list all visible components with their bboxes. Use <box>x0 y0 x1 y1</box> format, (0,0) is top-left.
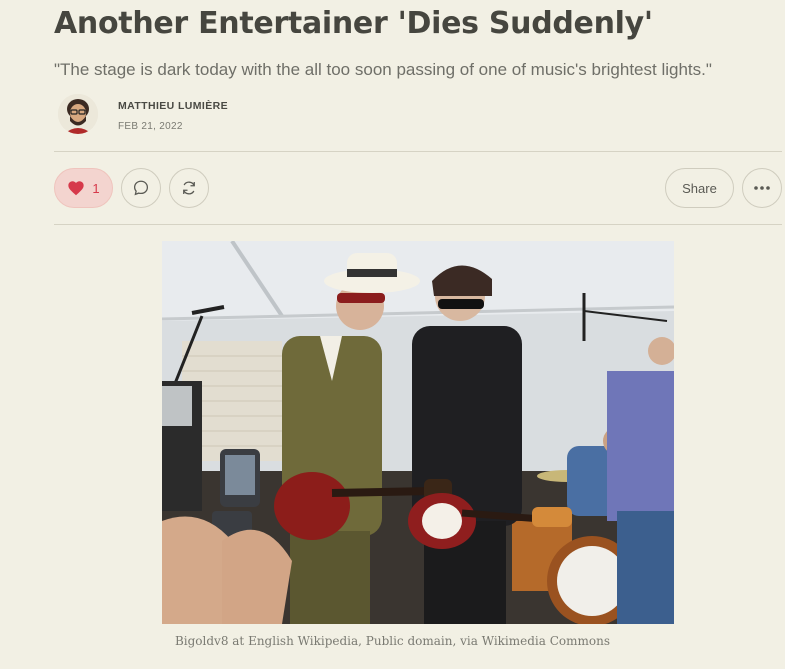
comment-button[interactable] <box>121 168 161 208</box>
more-button[interactable] <box>742 168 782 208</box>
post-title: Another Entertainer 'Dies Suddenly' <box>54 6 653 41</box>
image-caption: Bigoldv8 at English Wikipedia, Public do… <box>174 634 611 648</box>
share-button[interactable]: Share <box>665 168 734 208</box>
divider-bottom <box>54 224 782 225</box>
divider-top <box>54 151 782 152</box>
like-button[interactable]: 1 <box>54 168 113 208</box>
comment-icon <box>133 180 149 196</box>
post-image[interactable] <box>162 241 674 624</box>
author-avatar[interactable] <box>58 94 98 134</box>
like-count: 1 <box>92 180 100 196</box>
more-icon <box>754 186 770 190</box>
restack-icon <box>183 181 195 195</box>
post-date: FEB 21, 2022 <box>118 121 183 132</box>
author-name[interactable]: MATTHIEU LUMIÈRE <box>118 100 228 112</box>
post-subtitle: "The stage is dark today with the all to… <box>54 60 712 79</box>
restack-button[interactable] <box>169 168 209 208</box>
heart-icon <box>68 181 85 196</box>
